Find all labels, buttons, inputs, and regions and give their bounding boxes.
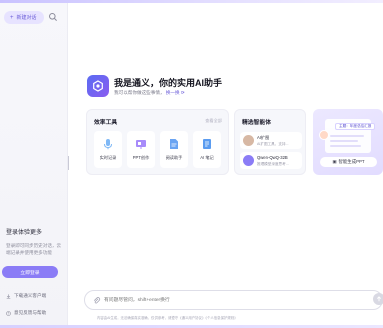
disclaimer-footer: 内容由AI生成，无法确保真实准确，仅供参考，请遵守《通义用户协议》《个人信息保护…	[97, 316, 238, 320]
refresh-icon[interactable]: ⟳	[181, 90, 185, 95]
login-description: 登录即可同步历史对话，云端记录并使用更多功能	[6, 243, 62, 255]
notes-icon	[203, 139, 211, 149]
tool-label: 阅读助手	[165, 155, 183, 160]
agent-description: 推理模型深度思考...	[257, 162, 289, 166]
tool-label: 实时记录	[99, 155, 117, 160]
agent-item[interactable]: Qwen-QwQ-32B 推理模型深度思考...	[240, 152, 302, 169]
tool-label: AI 笔记	[200, 155, 214, 160]
tool-ai-notes[interactable]: AI 笔记	[193, 131, 221, 168]
download-client-link[interactable]: 下载通义客户端	[6, 293, 46, 299]
download-icon	[6, 293, 11, 299]
refresh-suggestions-link[interactable]: 换一换	[166, 90, 180, 95]
microphone-icon	[104, 139, 112, 150]
chat-input[interactable]	[104, 294, 344, 307]
generate-ppt-button[interactable]: ▣ 智能生成PPT	[320, 157, 377, 167]
efficiency-tools-card: 效率工具 查看全部 实时记录 PPT创作 阅读助手 AI 笔记	[86, 109, 229, 175]
view-all-tools-link[interactable]: 查看全部	[205, 118, 222, 124]
feedback-link[interactable]: 意见反馈与帮助	[6, 310, 46, 316]
agent-avatar	[243, 155, 254, 166]
agent-name: AI扩图	[257, 135, 270, 140]
main-content: 我是通义，你的实用AI助手 我可以帮你做这些事情， 换一换 ⟳ 效率工具 查看全…	[72, 3, 383, 325]
tongyi-logo-icon	[93, 80, 103, 92]
sidebar: + 新建对话 登录体验更多 登录即可同步历史对话，云端记录并使用更多功能 立即登…	[0, 3, 68, 325]
login-title: 登录体验更多	[6, 230, 43, 236]
tool-ppt-create[interactable]: PPT创作	[127, 131, 155, 168]
ppt-topic-tag: 主题：年度总结汇报	[335, 123, 376, 130]
agent-item[interactable]: AI扩图 AI扩图工具，支持...	[240, 132, 302, 149]
featured-agents-title: 精选智能体	[242, 120, 271, 126]
document-icon	[170, 139, 178, 149]
efficiency-tools-title: 效率工具	[94, 120, 118, 126]
plus-icon: +	[10, 14, 14, 21]
welcome-title: 我是通义，你的实用AI助手	[114, 78, 223, 88]
send-button[interactable]	[373, 293, 383, 305]
search-icon[interactable]	[48, 12, 58, 22]
download-client-label: 下载通义客户端	[14, 293, 47, 298]
welcome-subtitle: 我可以帮你做这些事情， 换一换 ⟳	[114, 90, 185, 96]
ppt-icon	[136, 140, 146, 149]
login-button[interactable]: 立即登录	[2, 266, 58, 278]
tool-label: PPT创作	[132, 155, 150, 160]
welcome-subtitle-text: 我可以帮你做这些事情，	[114, 90, 165, 95]
agent-description: AI扩图工具，支持...	[257, 142, 289, 146]
tool-reading-assistant[interactable]: 阅读助手	[160, 131, 188, 168]
agent-name: Qwen-QwQ-32B	[257, 155, 288, 160]
chat-input-bar	[84, 290, 383, 310]
new-chat-button[interactable]: + 新建对话	[4, 11, 44, 24]
avatar	[319, 130, 329, 140]
agent-avatar	[243, 135, 254, 146]
send-arrow-icon	[376, 296, 382, 302]
tool-realtime-record[interactable]: 实时记录	[94, 131, 122, 168]
tongyi-logo	[87, 75, 109, 97]
new-chat-label: 新建对话	[16, 15, 37, 21]
ppt-icon: ▣	[332, 159, 337, 164]
attachment-icon[interactable]	[92, 296, 101, 305]
feedback-icon	[6, 310, 11, 316]
ppt-generate-card[interactable]: 主题：年度总结汇报 ▣ 智能生成PPT	[313, 109, 383, 175]
generate-ppt-label: 智能生成PPT	[338, 159, 365, 164]
login-promo: 登录体验更多 登录即可同步历史对话，云端记录并使用更多功能	[6, 227, 62, 256]
feedback-label: 意见反馈与帮助	[14, 310, 47, 315]
featured-agents-card: 精选智能体 AI扩图 AI扩图工具，支持... Qwen-QwQ-32B 推理模…	[234, 109, 306, 175]
